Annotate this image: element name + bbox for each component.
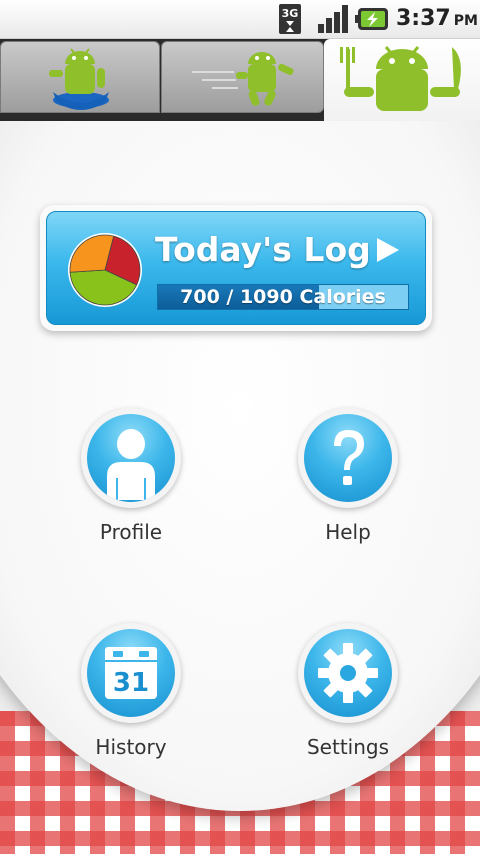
history-label: History <box>95 735 167 759</box>
calorie-progress-text: 700 / 1090 Calories <box>180 286 386 308</box>
question-mark-icon <box>334 430 364 485</box>
clock: 3:37 PM <box>396 4 478 34</box>
play-arrow-icon <box>377 238 399 262</box>
history-button[interactable]: 31 History <box>51 623 211 783</box>
clock-ampm: PM <box>453 13 478 29</box>
settings-button[interactable]: Settings <box>268 623 428 783</box>
calendar-day-text: 31 <box>113 668 149 698</box>
calorie-progress-bar: 700 / 1090 Calories <box>157 284 409 310</box>
svg-text:3G: 3G <box>282 7 299 20</box>
todays-log-card: Today's Log 700 / 1090 Calories <box>40 205 432 331</box>
android-fork-knife-icon <box>340 46 461 111</box>
status-bar: 3G 3:37 PM <box>0 0 480 39</box>
tab-food[interactable] <box>324 39 480 121</box>
calendar-icon: 31 <box>105 647 157 699</box>
todays-log-title: Today's Log <box>155 230 371 269</box>
3g-data-icon: 3G <box>279 4 301 34</box>
calorie-pie-chart-icon <box>68 233 142 307</box>
gear-icon <box>318 643 378 703</box>
tab-exercise[interactable] <box>161 41 324 113</box>
settings-label: Settings <box>306 735 390 759</box>
profile-label: Profile <box>99 520 163 544</box>
profile-button[interactable]: Profile <box>51 408 211 568</box>
help-button[interactable]: Help <box>268 408 428 568</box>
todays-log-button[interactable]: Today's Log 700 / 1090 Calories <box>46 211 426 325</box>
profile-button-face <box>87 414 175 502</box>
clock-time: 3:37 <box>396 6 451 31</box>
settings-button-ring <box>298 623 398 723</box>
android-on-scale-icon <box>49 48 109 110</box>
main-area: Today's Log 700 / 1090 Calories Profile <box>0 121 480 854</box>
help-button-ring <box>298 408 398 508</box>
signal-strength-icon <box>318 5 348 33</box>
android-running-icon <box>192 52 294 106</box>
help-label: Help <box>325 520 371 544</box>
person-icon <box>107 429 155 500</box>
history-button-face: 31 <box>87 629 175 717</box>
battery-charging-icon <box>355 8 388 30</box>
tab-weight[interactable] <box>0 41 160 113</box>
tab-bar <box>0 39 480 121</box>
profile-button-ring <box>81 408 181 508</box>
settings-button-face <box>304 629 392 717</box>
help-button-face <box>304 414 392 502</box>
history-button-ring: 31 <box>81 623 181 723</box>
